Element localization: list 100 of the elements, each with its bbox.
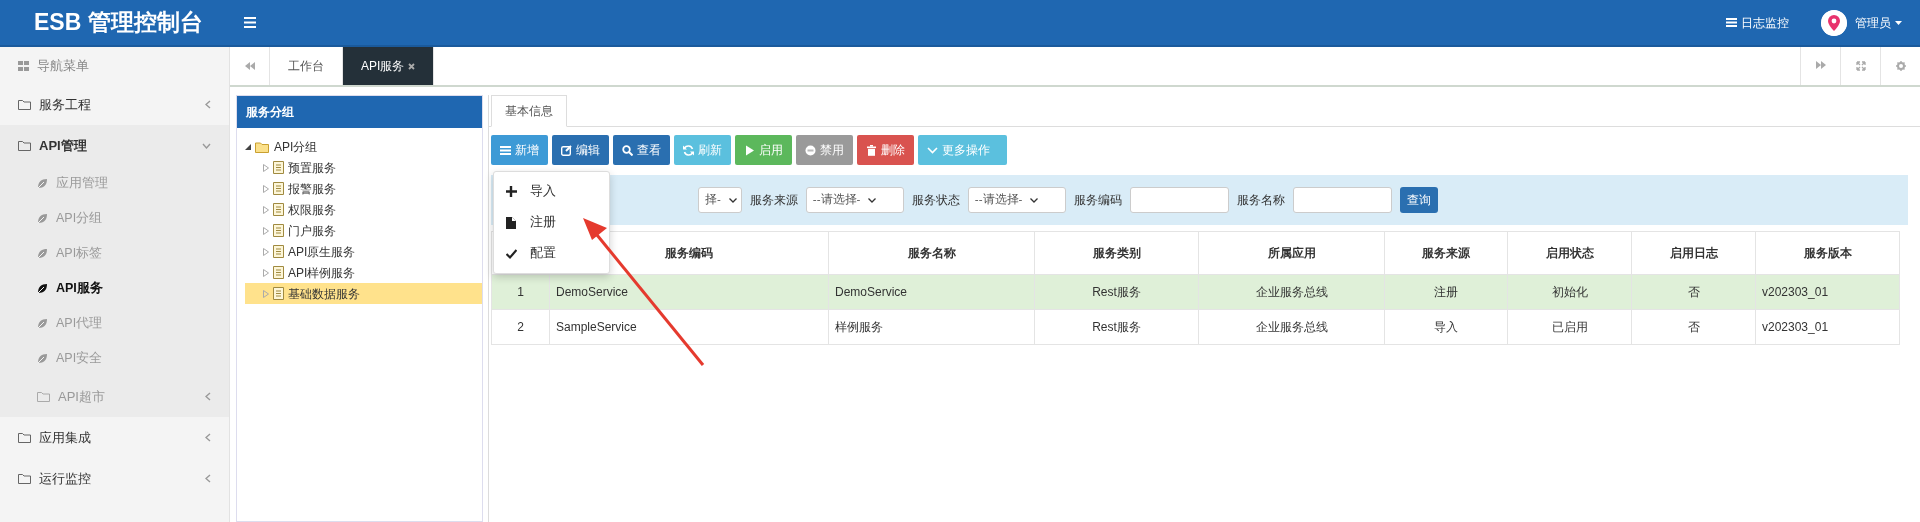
close-icon[interactable] [408, 62, 416, 70]
input-field[interactable] [1129, 187, 1229, 213]
column-header: 服务类别 [1034, 231, 1199, 275]
trash-icon [866, 144, 877, 156]
minus-circle-icon [805, 144, 816, 156]
table-cell: 否 [1631, 309, 1756, 345]
fast-forward-icon[interactable] [1815, 61, 1826, 71]
folder-icon [18, 99, 31, 110]
filter-label: 服务编码 [1073, 192, 1122, 209]
menu-group[interactable]: 服务工程 [0, 84, 229, 125]
input-field[interactable] [1292, 187, 1392, 213]
select-field[interactable]: --请选择- [805, 187, 904, 213]
table-cell: 注册 [1384, 274, 1508, 310]
column-header: 所属应用 [1198, 231, 1385, 275]
folder-icon [18, 432, 31, 443]
table-cell: 初始化 [1507, 274, 1632, 310]
user-menu[interactable]: 管理员 [1855, 13, 1902, 32]
tree-node[interactable]: 门户服务 [245, 220, 482, 241]
table-cell: 企业服务总线 [1198, 274, 1385, 310]
collapsed-triangle-icon[interactable] [263, 289, 269, 298]
filter-label: 服务状态 [911, 192, 960, 209]
list-icon [500, 144, 511, 156]
document-icon [273, 245, 284, 258]
log-monitor-link[interactable]: 日志监控 [1726, 13, 1789, 32]
chevron-down-icon [202, 142, 211, 149]
tree-node[interactable]: 预置服务 [245, 157, 482, 178]
menu-item[interactable]: API服务 [0, 271, 229, 306]
leaf-icon [37, 283, 48, 294]
folder-icon [18, 140, 31, 151]
chevron-left-icon [205, 392, 211, 401]
chevron-down-icon [1030, 197, 1039, 203]
caret-icon [1895, 20, 1902, 25]
tree-node[interactable]: API分组 [245, 136, 482, 157]
document-icon [273, 182, 284, 195]
content-tab[interactable]: 基本信息 [491, 95, 567, 127]
rewind-icon[interactable] [244, 62, 255, 70]
collapsed-triangle-icon[interactable] [263, 163, 269, 172]
tree-node[interactable]: 报警服务 [245, 178, 482, 199]
check-icon [506, 247, 517, 260]
folder-icon [37, 391, 50, 402]
leaf-icon [37, 318, 48, 329]
leaf-icon [37, 213, 48, 224]
file-icon [506, 216, 517, 229]
chevron-down-icon [927, 144, 938, 156]
tree-node[interactable]: 基础数据服务 [245, 283, 482, 304]
tree-node[interactable]: API样例服务 [245, 262, 482, 283]
table-cell: v202303_01 [1755, 274, 1900, 310]
table-cell: DemoService [549, 274, 829, 310]
table-cell: 2 [491, 309, 550, 345]
table-cell: Rest服务 [1034, 309, 1199, 345]
column-header: 服务版本 [1755, 231, 1900, 275]
collapsed-triangle-icon[interactable] [263, 205, 269, 214]
menu-group[interactable]: 运行监控 [0, 458, 229, 499]
page-tab[interactable]: API服务 [343, 47, 435, 85]
folder-icon [18, 473, 31, 484]
table-cell: v202303_01 [1755, 309, 1900, 345]
collapsed-triangle-icon[interactable] [263, 268, 269, 277]
column-header: 启用日志 [1631, 231, 1756, 275]
dropdown-item[interactable]: 导入 [494, 176, 609, 207]
table-cell: 企业服务总线 [1198, 309, 1385, 345]
chevron-left-icon [205, 433, 211, 442]
grid-icon [18, 60, 29, 71]
table-cell: Rest服务 [1034, 274, 1199, 310]
menu-group[interactable]: 应用集成 [0, 417, 229, 458]
tree-node[interactable]: 权限服务 [245, 199, 482, 220]
filter-label: 服务名称 [1236, 192, 1285, 209]
collapsed-triangle-icon[interactable] [263, 184, 269, 193]
collapsed-triangle-icon[interactable] [263, 247, 269, 256]
avatar-icon[interactable] [1821, 9, 1847, 36]
document-icon [273, 224, 284, 237]
edit-button[interactable]: 编辑 [552, 135, 609, 165]
leaf-icon [37, 248, 48, 259]
edit-icon [561, 144, 572, 156]
expanded-triangle-icon[interactable] [245, 143, 251, 150]
delete-button[interactable]: 删除 [857, 135, 914, 165]
chevron-left-icon [205, 100, 211, 109]
view-button[interactable]: 查看 [613, 135, 670, 165]
select-field[interactable]: 择- [698, 187, 742, 213]
leaf-icon [37, 353, 48, 364]
select-field[interactable]: --请选择- [967, 187, 1066, 213]
plus-icon [506, 185, 517, 198]
fullscreen-icon[interactable] [1855, 61, 1866, 71]
tree-node[interactable]: API原生服务 [245, 241, 482, 262]
leaf-icon [37, 178, 48, 189]
column-header: 服务来源 [1384, 231, 1508, 275]
collapsed-triangle-icon[interactable] [263, 226, 269, 235]
refresh-icon [683, 144, 694, 156]
table-cell: 否 [1631, 274, 1756, 310]
table-cell: 已启用 [1507, 309, 1632, 345]
menu-title: 导航菜单 [37, 56, 89, 75]
table-cell: 导入 [1384, 309, 1508, 345]
menu-icon[interactable] [244, 17, 256, 28]
document-icon [273, 287, 284, 300]
search-button[interactable]: 查询 [1399, 187, 1438, 213]
settings-icon[interactable] [1895, 61, 1906, 71]
folder-icon [255, 140, 270, 153]
table-cell: DemoService [828, 274, 1035, 310]
menu-group[interactable]: API管理 [0, 125, 229, 166]
chevron-down-icon [728, 197, 737, 203]
column-header: 启用状态 [1507, 231, 1632, 275]
